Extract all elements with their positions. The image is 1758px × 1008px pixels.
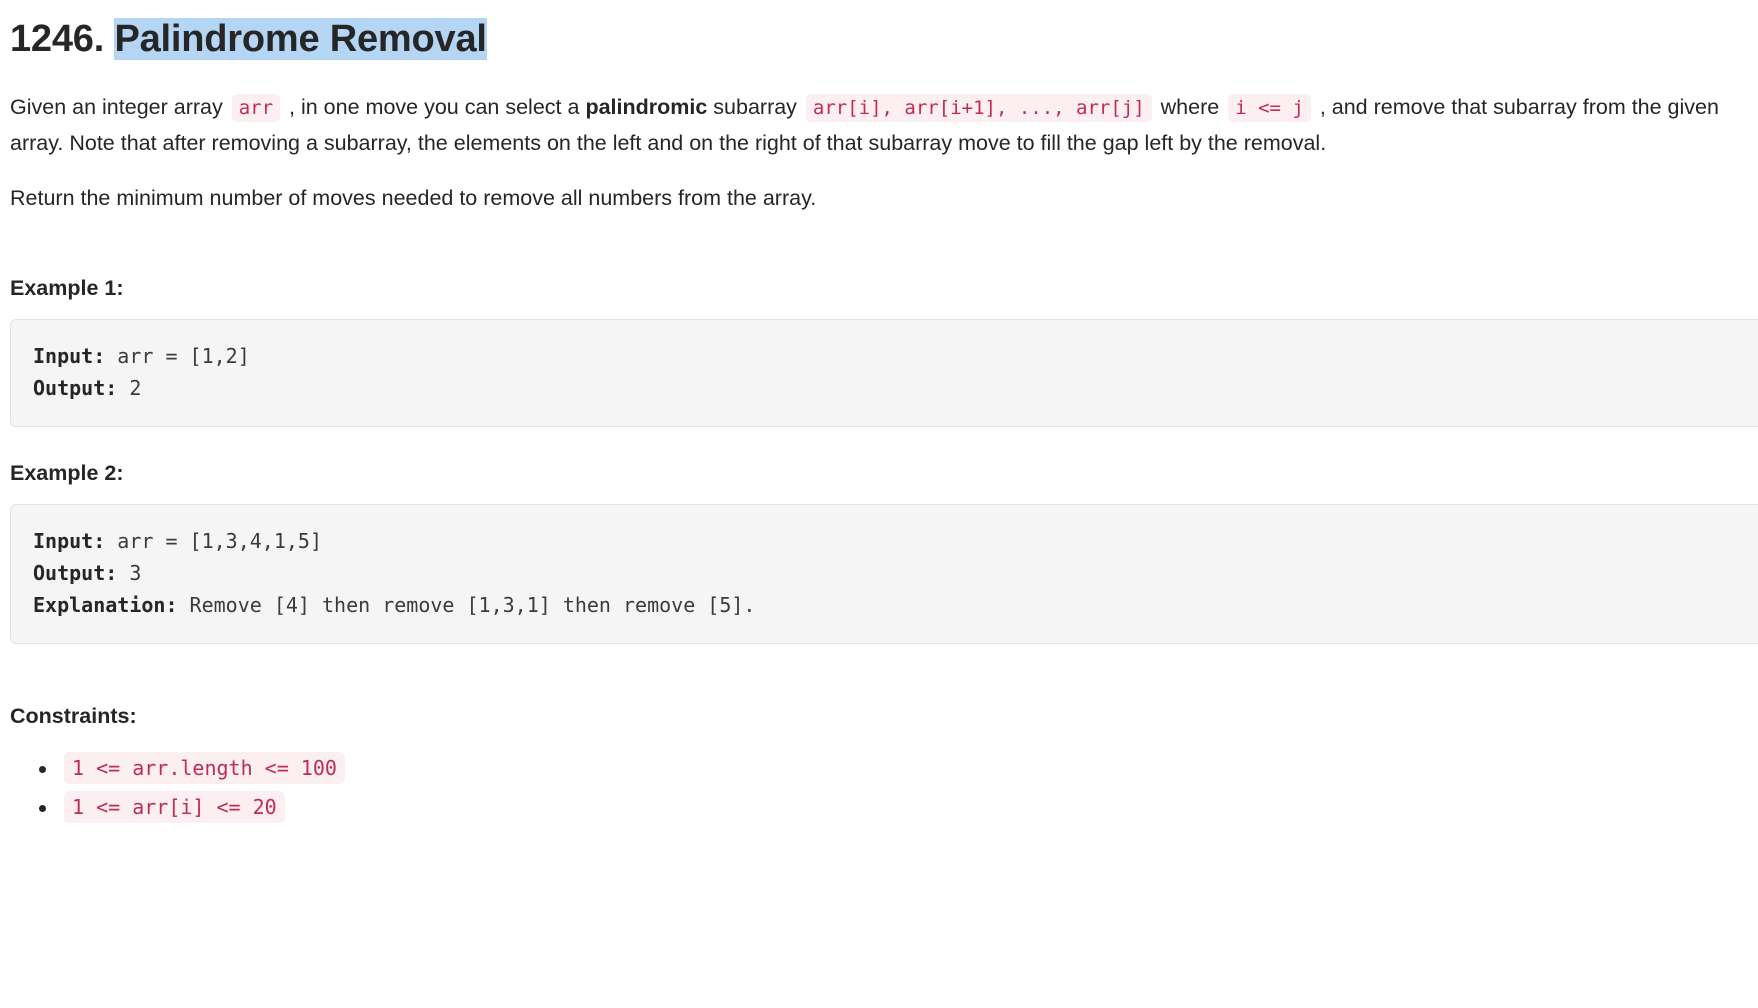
list-item: 1 <= arr[i] <= 20 <box>39 788 1758 827</box>
example-1-output-label: Output: <box>33 375 118 400</box>
example-2-explanation-label: Explanation: <box>33 592 178 617</box>
page-title: 1246. Palindrome Removal <box>10 16 1758 64</box>
vertical-spacer <box>10 216 1758 276</box>
problem-title-text: Palindrome Removal <box>114 18 487 60</box>
example-1-input-value: arr = [1,2] <box>105 343 250 368</box>
constraints-heading: Constraints: <box>10 703 137 728</box>
description-paragraph-1: Given an integer array arr , in one move… <box>10 90 1758 161</box>
example-2-input-label: Input: <box>33 528 106 553</box>
example-2-output-label: Output: <box>33 560 118 585</box>
problem-description-page: 1246. Palindrome Removal Given an intege… <box>0 0 1758 827</box>
desc-bold-palindromic: palindromic <box>585 94 708 119</box>
desc-text-1: Given an integer array <box>10 94 223 119</box>
problem-number: 1246. <box>10 18 105 60</box>
example-1-input-label: Input: <box>33 343 106 368</box>
inline-code-subarray-range: arr[i], arr[i+1], ..., arr[j] <box>805 93 1152 122</box>
example-1-code-content: Input: arr = [1,2] Output: 2 <box>33 340 1740 404</box>
example-1-code-block: Input: arr = [1,2] Output: 2 <box>10 318 1758 427</box>
example-2-heading: Example 2: <box>10 460 124 485</box>
inline-code-i-le-j: i <= j <box>1228 93 1311 122</box>
vertical-spacer <box>10 644 1758 704</box>
desc-text-2: , in one move you can select a <box>289 94 580 119</box>
example-1-output-value: 2 <box>117 375 142 400</box>
constraint-code-length: 1 <= arr.length <= 100 <box>64 751 345 784</box>
desc-text-3: subarray <box>713 94 797 119</box>
vertical-spacer <box>10 427 1758 461</box>
example-2-explanation-value: Remove [4] then remove [1,3,1] then remo… <box>177 592 756 617</box>
example-2-output-value: 3 <box>117 560 142 585</box>
example-2-code-content: Input: arr = [1,3,4,1,5] Output: 3 Expla… <box>33 525 1740 621</box>
inline-code-arr: arr <box>231 93 281 122</box>
description-paragraph-2: Return the minimum number of moves neede… <box>10 185 817 210</box>
example-2-code-block: Input: arr = [1,3,4,1,5] Output: 3 Expla… <box>10 503 1758 644</box>
constraint-code-value: 1 <= arr[i] <= 20 <box>64 790 285 823</box>
constraints-list: 1 <= arr.length <= 100 1 <= arr[i] <= 20 <box>10 749 1758 827</box>
desc-text-4: where <box>1160 94 1220 119</box>
list-item: 1 <= arr.length <= 100 <box>39 749 1758 788</box>
example-1-heading: Example 1: <box>10 275 124 300</box>
example-2-input-value: arr = [1,3,4,1,5] <box>105 528 322 553</box>
